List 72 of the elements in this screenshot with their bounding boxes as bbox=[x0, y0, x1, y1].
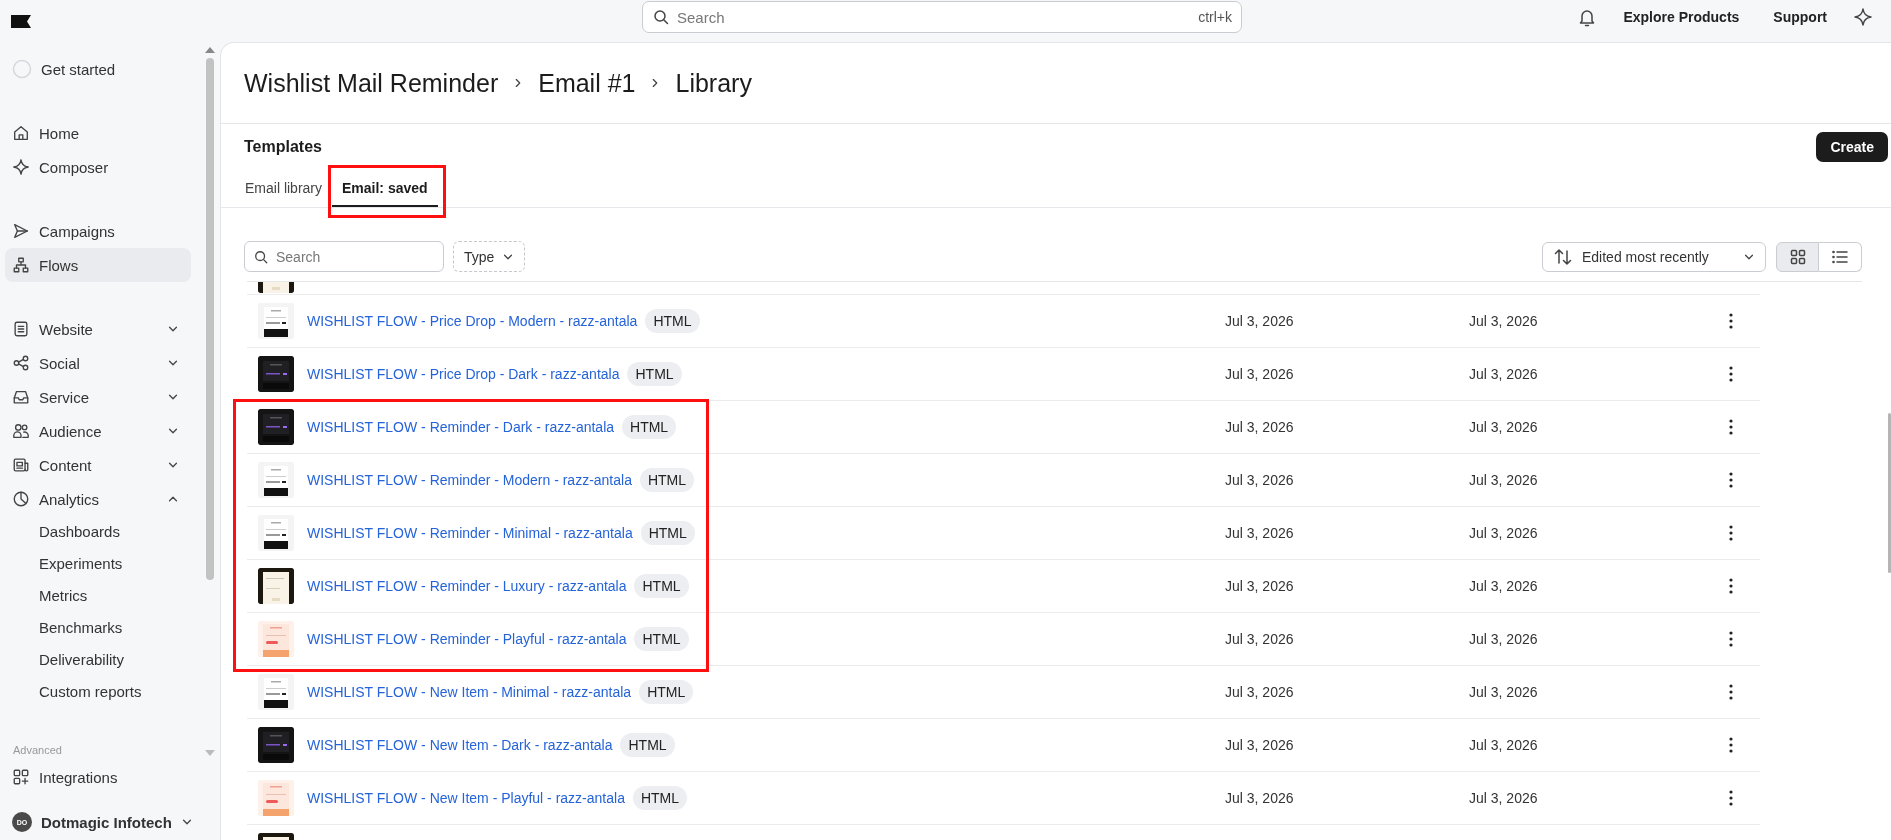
template-link[interactable]: WISHLIST FLOW - Reminder - Playful - razz-antala bbox=[307, 631, 627, 647]
type-badge: HTML bbox=[640, 521, 695, 545]
type-badge: HTML bbox=[622, 415, 677, 439]
sidebar-subitem[interactable]: Metrics bbox=[5, 580, 191, 612]
table-cell-text: Jul 3, 2026 bbox=[1225, 578, 1295, 594]
breadcrumb-item[interactable]: Wishlist Mail Reminder bbox=[244, 68, 499, 98]
type-badge: HTML bbox=[620, 733, 675, 757]
table-cell-text: Jul 3, 2026 bbox=[1225, 313, 1295, 329]
template-link[interactable]: WISHLIST FLOW - Price Drop - Modern - razz-antala bbox=[307, 313, 638, 329]
breadcrumb-item[interactable]: Email #1 bbox=[538, 68, 636, 98]
template-link[interactable]: WISHLIST FLOW - New Item - Dark - razz-antala bbox=[307, 737, 613, 753]
type-badge: HTML bbox=[634, 627, 689, 651]
sidebar-subitem[interactable]: Deliverability bbox=[5, 644, 191, 676]
table-cell-text: Jul 3, 2026 bbox=[1469, 631, 1539, 647]
tab[interactable]: Email library bbox=[235, 170, 332, 207]
type-filter[interactable]: Type bbox=[453, 241, 526, 272]
table-cell-text: Jul 3, 2026 bbox=[1469, 313, 1539, 329]
table-cell-text: Jul 3, 2026 bbox=[1469, 578, 1539, 594]
template-link[interactable]: WISHLIST FLOW - New Item - Minimal - razz-antala bbox=[307, 684, 632, 700]
template-link[interactable]: WISHLIST FLOW - Reminder - Luxury - razz-antala bbox=[307, 578, 627, 594]
table-cell-text: Jul 3, 2026 bbox=[1225, 631, 1295, 647]
table-cell-text: Jul 3, 2026 bbox=[1469, 472, 1539, 488]
sidebar-subitem[interactable]: Benchmarks bbox=[5, 612, 191, 644]
table-cell-text: Jul 3, 2026 bbox=[1469, 419, 1539, 435]
sidebar-item[interactable]: Social bbox=[5, 346, 191, 380]
sidebar-item[interactable]: Composer bbox=[5, 150, 191, 184]
table-cell-text: Jul 3, 2026 bbox=[1225, 684, 1295, 700]
type-badge: HTML bbox=[639, 468, 695, 492]
sidebar-item[interactable]: Audience bbox=[5, 414, 191, 448]
sidebar-item[interactable]: Content bbox=[5, 448, 191, 482]
sidebar-item[interactable]: Home bbox=[5, 116, 191, 150]
sidebar-item[interactable]: Flows bbox=[5, 248, 191, 282]
table-cell-text: Jul 3, 2026 bbox=[1225, 525, 1295, 541]
template-link[interactable]: WISHLIST FLOW - New Item - Playful - razz-antala bbox=[307, 790, 625, 806]
breadcrumb-item: Library bbox=[675, 68, 752, 98]
create-button[interactable]: Create bbox=[1816, 132, 1888, 162]
sidebar-item[interactable]: Get started bbox=[5, 52, 191, 86]
table-cell-text: Jul 3, 2026 bbox=[1469, 737, 1539, 753]
template-link[interactable]: WISHLIST FLOW - Price Drop - Dark - razz-antala bbox=[307, 366, 620, 382]
sidebar-subitem[interactable]: Dashboards bbox=[5, 516, 191, 548]
table-cell-text: Jul 3, 2026 bbox=[1225, 419, 1295, 435]
type-badge: HTML bbox=[634, 574, 689, 598]
sidebar-subitem[interactable]: Experiments bbox=[5, 548, 191, 580]
shortcut-hint: ctrl+k bbox=[1198, 9, 1232, 25]
section-label: Advanced bbox=[12, 743, 63, 758]
template-link[interactable]: WISHLIST FLOW - Reminder - Dark - razz-antala bbox=[307, 419, 615, 435]
sidebar-item[interactable]: Analytics bbox=[5, 482, 191, 516]
table-cell-text: Jul 3, 2026 bbox=[1469, 790, 1539, 806]
section-title: Templates bbox=[244, 138, 322, 156]
table-cell-text: Jul 3, 2026 bbox=[1225, 737, 1295, 753]
sidebar-item[interactable]: Campaigns bbox=[5, 214, 191, 248]
sidebar-item[interactable]: Website bbox=[5, 312, 191, 346]
template-link[interactable]: WISHLIST FLOW - Reminder - Modern - razz-antala bbox=[307, 472, 632, 488]
table-cell-text: Jul 3, 2026 bbox=[1469, 366, 1539, 382]
type-badge: HTML bbox=[632, 786, 688, 810]
table-cell-text: Jul 3, 2026 bbox=[1469, 684, 1539, 700]
search-field[interactable]: Search bbox=[244, 241, 444, 272]
table-cell-text: Jul 3, 2026 bbox=[1469, 525, 1539, 541]
table-cell-text: Jul 3, 2026 bbox=[1225, 790, 1295, 806]
table-cell-text: Jul 3, 2026 bbox=[1225, 472, 1295, 488]
nav-link[interactable]: Explore Products bbox=[1623, 9, 1740, 25]
type-badge: HTML bbox=[627, 362, 682, 386]
nav-link[interactable]: Support bbox=[1773, 9, 1827, 25]
sidebar-item[interactable]: Service bbox=[5, 380, 191, 414]
sidebar-item[interactable]: Integrations bbox=[5, 760, 191, 794]
template-link[interactable]: WISHLIST FLOW - Reminder - Minimal - razz-antala bbox=[307, 525, 633, 541]
type-badge: HTML bbox=[639, 680, 694, 704]
sidebar-subitem[interactable]: Custom reports bbox=[5, 676, 191, 708]
type-badge: HTML bbox=[645, 309, 700, 333]
table-cell-text: Jul 3, 2026 bbox=[1225, 366, 1295, 382]
tab[interactable]: Email: saved bbox=[332, 170, 438, 207]
sort-dropdown[interactable]: Edited most recently bbox=[1542, 241, 1766, 272]
